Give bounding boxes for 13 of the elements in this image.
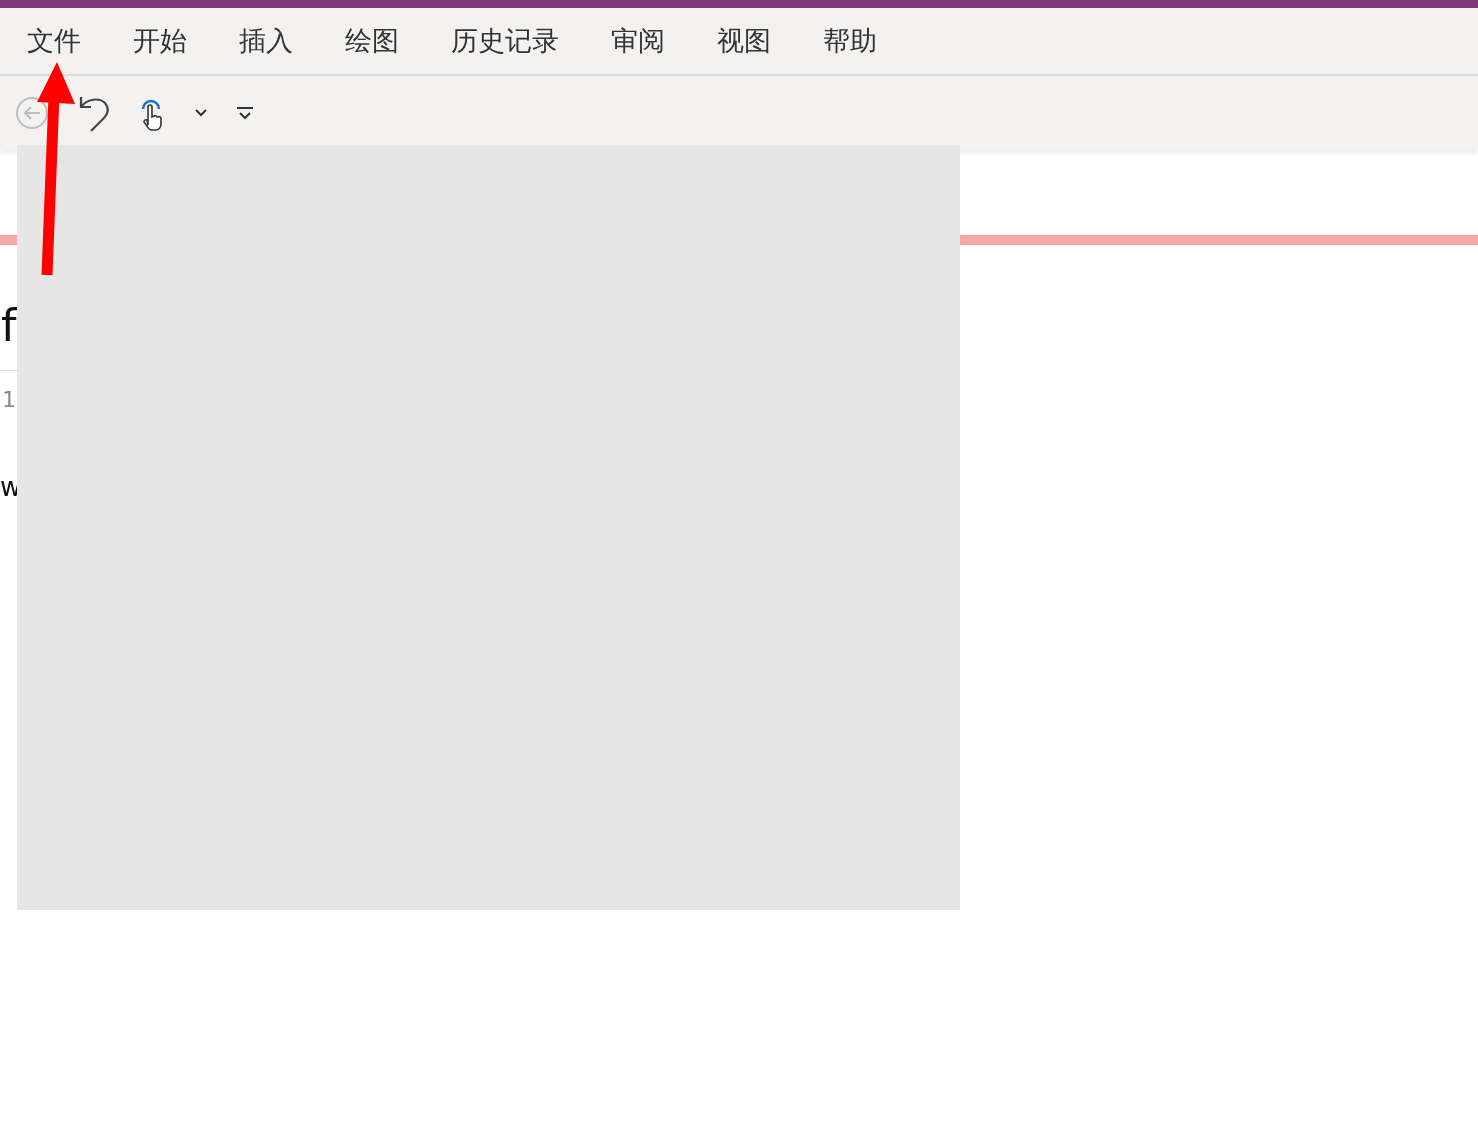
menu-tab[interactable]: 绘图: [330, 16, 414, 66]
back-icon[interactable]: [15, 96, 49, 130]
page-date: 1: [2, 387, 16, 412]
customize-toolbar-icon[interactable]: [235, 105, 255, 121]
page-title: f: [1, 300, 17, 351]
menu-tab[interactable]: 历史记录: [436, 16, 574, 66]
menu-tab[interactable]: 审阅: [596, 16, 680, 66]
chevron-down-icon[interactable]: [193, 107, 209, 119]
menu-tab[interactable]: 文件: [12, 16, 96, 66]
menu-tab[interactable]: 插入: [224, 16, 308, 66]
menu-tab[interactable]: 视图: [702, 16, 786, 66]
menu-tab[interactable]: 帮助: [808, 16, 892, 66]
menu-tab[interactable]: 开始: [118, 16, 202, 66]
